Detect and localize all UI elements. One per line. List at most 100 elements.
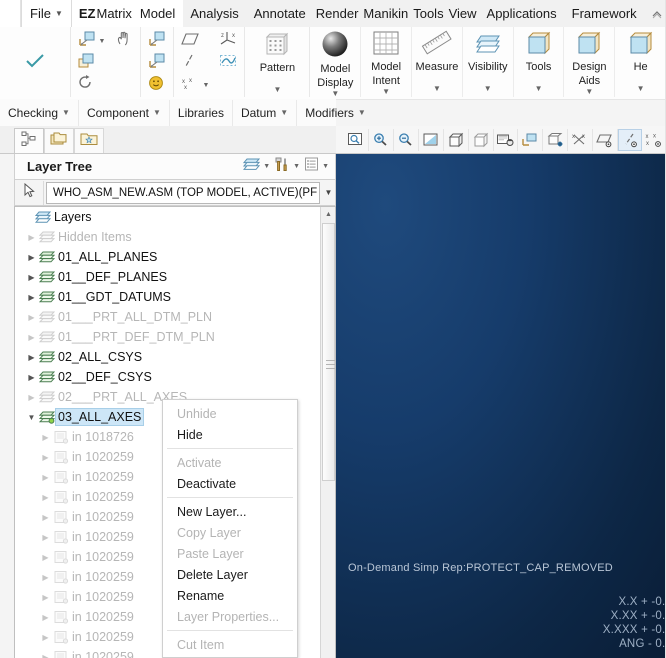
create-component-button[interactable]: [75, 52, 109, 74]
library-assemble-button[interactable]: [145, 30, 169, 52]
chevron-right-icon[interactable]: ▶: [25, 233, 38, 242]
tree-row[interactable]: ▶ 01__GDT_DATUMS: [15, 287, 321, 307]
chevron-right-icon[interactable]: ▶: [25, 313, 38, 322]
menu-item-tools[interactable]: Tools: [411, 0, 447, 27]
menu-item-matrix[interactable]: Matrix: [96, 0, 140, 27]
chevron-right-icon[interactable]: ▶: [25, 293, 38, 302]
named-view-icon[interactable]: [494, 128, 519, 151]
csys-display-icon[interactable]: [618, 128, 643, 151]
collapse-ribbon-icon[interactable]: [648, 0, 666, 27]
saved-orientations-icon[interactable]: [444, 128, 469, 151]
layers-toggle-icon[interactable]: [518, 128, 544, 151]
datum-point-button[interactable]: x x x ▼: [178, 74, 212, 96]
menu-item-analysis[interactable]: Analysis: [183, 0, 247, 27]
tree-row[interactable]: ▶ 01___PRT_DEF_DTM_PLN: [15, 327, 321, 347]
scroll-up-arrow-icon[interactable]: ▲: [321, 207, 335, 222]
context-menu-item[interactable]: Delete Layer: [163, 564, 297, 585]
context-menu-item[interactable]: Rename: [163, 585, 297, 606]
chevron-right-icon[interactable]: ▶: [39, 473, 52, 482]
repaint-icon[interactable]: [419, 128, 444, 151]
datum-csys-button[interactable]: x z: [216, 30, 240, 52]
tree-row[interactable]: ▶ 02__DEF_CSYS: [15, 367, 321, 387]
visibility-button[interactable]: Visibility ▼: [463, 27, 514, 97]
chevron-right-icon[interactable]: ▶: [39, 573, 52, 582]
datum-plane-button[interactable]: [178, 30, 212, 52]
menu-item-view[interactable]: View: [446, 0, 480, 27]
context-menu-item[interactable]: Deactivate: [163, 473, 297, 494]
tree-row[interactable]: ▶ 01_ALL_PLANES: [15, 247, 321, 267]
datum-axes-off-icon[interactable]: [593, 128, 619, 151]
regenerate-button[interactable]: [75, 74, 109, 96]
tab-folder-browser[interactable]: [44, 128, 74, 153]
chevron-right-icon[interactable]: ▶: [39, 653, 52, 658]
chevron-right-icon[interactable]: ▶: [39, 533, 52, 542]
chevron-right-icon[interactable]: ▶: [25, 373, 38, 382]
settings-tools-button[interactable]: ▼: [272, 157, 302, 177]
menu-item-framework[interactable]: Framework: [564, 0, 645, 27]
drag-component-button[interactable]: [112, 30, 136, 52]
tools-button[interactable]: Tools ▼: [514, 27, 565, 97]
check-geometry-button[interactable]: [21, 28, 49, 98]
chevron-right-icon[interactable]: ▶: [39, 513, 52, 522]
library-smiley-button[interactable]: [145, 74, 169, 96]
select-cursor-button[interactable]: [15, 180, 44, 205]
tab-model-tree[interactable]: [14, 128, 44, 153]
tab-favorites[interactable]: [74, 128, 104, 153]
graphics-viewport[interactable]: On-Demand Simp Rep:PROTECT_CAP_REMOVED X…: [336, 154, 666, 658]
layer-context-menu[interactable]: Unhide Hide Activate Deactivate New Layer...…: [162, 399, 298, 658]
chevron-right-icon[interactable]: ▶: [39, 593, 52, 602]
context-menu-item[interactable]: New Layer...: [163, 501, 297, 522]
zoom-in-icon[interactable]: [369, 128, 394, 151]
group-label-checking[interactable]: Checking ▼: [0, 99, 79, 126]
chevron-right-icon[interactable]: ▶: [39, 553, 52, 562]
group-label-component[interactable]: Component ▼: [79, 99, 170, 126]
design-aids-button[interactable]: Design Aids ▼: [564, 27, 616, 97]
model-intent-button[interactable]: Model Intent ▼: [361, 27, 413, 97]
chevron-right-icon[interactable]: ▶: [39, 453, 52, 462]
chevron-right-icon[interactable]: ▶: [25, 393, 38, 402]
group-label-modifiers[interactable]: Modifiers ▼: [297, 100, 374, 126]
pattern-button[interactable]: Pattern ▼: [247, 28, 307, 98]
model-display-button[interactable]: Model Display ▼: [310, 27, 362, 98]
scrollbar-thumb[interactable]: [322, 223, 335, 481]
chevron-down-icon[interactable]: ▼: [25, 413, 38, 422]
group-label-datum[interactable]: Datum ▼: [233, 99, 298, 126]
chevron-right-icon[interactable]: ▶: [39, 433, 52, 442]
view-manager-icon[interactable]: [469, 128, 494, 151]
context-menu-item[interactable]: Hide: [163, 424, 297, 445]
show-layers-button[interactable]: ▼: [241, 157, 272, 176]
datum-axis-button[interactable]: [178, 52, 212, 74]
menu-item-annotate[interactable]: Annotate: [246, 0, 314, 27]
help-button[interactable]: He ▼: [615, 27, 666, 97]
tree-root-layers[interactable]: Layers: [15, 207, 321, 227]
chevron-down-icon[interactable]: ▼: [322, 188, 335, 197]
tree-row[interactable]: ▶ 01__DEF_PLANES: [15, 267, 321, 287]
menu-item-render[interactable]: Render: [313, 0, 362, 27]
tree-columns-button[interactable]: ▼: [302, 157, 331, 176]
chevron-right-icon[interactable]: ▶: [39, 613, 52, 622]
menu-item-file[interactable]: File ▼: [21, 0, 72, 27]
active-model-combo[interactable]: WHO_ASM_NEW.ASM (TOP MODEL, ACTIVE)(PF: [46, 181, 320, 204]
zoom-out-icon[interactable]: [394, 128, 419, 151]
spin-center-icon[interactable]: [543, 128, 569, 151]
group-label-libraries[interactable]: Libraries: [170, 99, 233, 126]
chevron-right-icon[interactable]: ▶: [25, 253, 38, 262]
assemble-button[interactable]: ▼: [75, 30, 109, 52]
chevron-right-icon[interactable]: ▶: [39, 633, 52, 642]
chevron-right-icon[interactable]: ▶: [25, 273, 38, 282]
tree-row[interactable]: ▶ 01___PRT_ALL_DTM_PLN: [15, 307, 321, 327]
zoom-fit-icon[interactable]: [344, 128, 369, 151]
measure-button[interactable]: Measure ▼: [412, 27, 463, 97]
tree-row[interactable]: ▶ Hidden Items: [15, 227, 321, 247]
menu-item-manikin[interactable]: Manikin: [361, 0, 412, 27]
point-display-icon[interactable]: x x x: [642, 129, 666, 151]
datum-planes-off-icon[interactable]: x x: [568, 128, 594, 151]
datum-curve-button[interactable]: [216, 52, 240, 74]
chevron-right-icon[interactable]: ▶: [25, 353, 38, 362]
chevron-right-icon[interactable]: ▶: [39, 493, 52, 502]
menu-item-model[interactable]: Model: [139, 0, 184, 27]
chevron-right-icon[interactable]: ▶: [25, 333, 38, 342]
menu-item-applications[interactable]: Applications: [479, 0, 565, 27]
layer-tree-scrollbar[interactable]: ▲ ▼: [320, 207, 335, 658]
library-place-button[interactable]: [145, 52, 169, 74]
